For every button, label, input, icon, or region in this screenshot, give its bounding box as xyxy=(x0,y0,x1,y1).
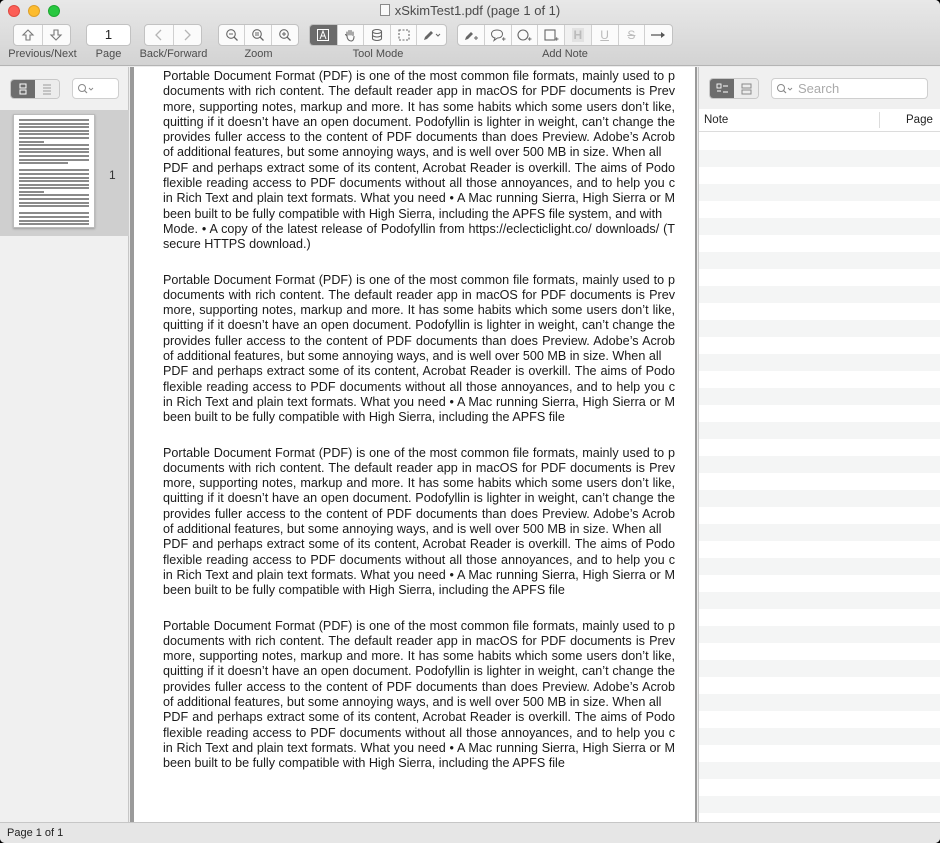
page-text[interactable]: Portable Document Format (PDF) is one of… xyxy=(163,69,675,771)
select-tool-button[interactable] xyxy=(391,25,418,45)
pdf-document-icon xyxy=(379,4,390,16)
forward-button[interactable] xyxy=(174,25,202,45)
thumbnails-icon xyxy=(19,83,27,95)
chevron-left-icon xyxy=(154,29,162,41)
highlight-icon: H xyxy=(571,28,585,42)
thumbnail-view-button[interactable] xyxy=(11,80,35,98)
toc-view-button[interactable] xyxy=(35,80,59,98)
paragraph: PDF and perhaps extract some of its cont… xyxy=(163,364,675,425)
add-highlight-button[interactable]: H xyxy=(565,25,592,45)
pdf-page[interactable]: Portable Document Format (PDF) is one of… xyxy=(134,67,695,822)
zoom-in-icon xyxy=(278,29,291,41)
window-title: xSkimTest1.pdf (page 1 of 1) xyxy=(0,3,940,18)
page-column-header[interactable]: Page xyxy=(906,114,933,126)
search-placeholder: Search xyxy=(798,81,840,96)
notes-table-body[interactable] xyxy=(699,133,940,822)
notes-list-button[interactable] xyxy=(710,79,734,98)
thumbnail-sidebar: 1 xyxy=(0,67,129,822)
snapshots-button[interactable] xyxy=(734,79,758,98)
scroll-tool-button[interactable] xyxy=(338,25,365,45)
column-divider xyxy=(879,112,880,128)
add-note-control: H U S xyxy=(457,24,673,46)
back-forward-label: Back/Forward xyxy=(139,48,208,60)
zoom-actual-size-icon xyxy=(252,29,264,41)
chevron-right-icon xyxy=(184,29,192,41)
tool-mode-control xyxy=(309,24,447,46)
note-column-header[interactable]: Note xyxy=(704,114,728,126)
paragraph: Portable Document Format (PDF) is one of… xyxy=(163,618,675,709)
page-number-field[interactable]: 1 xyxy=(86,24,131,46)
paragraph: PDF and perhaps extract some of its cont… xyxy=(163,160,675,221)
next-page-button[interactable] xyxy=(43,25,71,45)
previous-next-control xyxy=(13,24,71,46)
paragraph: Portable Document Format (PDF) is one of… xyxy=(163,445,675,537)
zoom-out-button[interactable] xyxy=(219,25,246,45)
square-plus-icon xyxy=(544,29,559,41)
strikeout-icon: S xyxy=(627,28,636,42)
app-window: xSkimTest1.pdf (page 1 of 1) Previous/Ne… xyxy=(0,0,940,843)
add-box-note-button[interactable] xyxy=(538,25,565,45)
actual-size-button[interactable] xyxy=(245,25,272,45)
notes-list-icon xyxy=(716,83,728,92)
thumbnail-search-field[interactable] xyxy=(72,78,119,99)
add-underline-button[interactable]: U xyxy=(592,25,619,45)
arrow-line-icon xyxy=(650,32,665,38)
page-status: Page 1 of 1 xyxy=(7,827,64,839)
hand-icon xyxy=(345,29,355,42)
arrow-down-icon xyxy=(49,29,63,41)
zoom-out-icon xyxy=(225,29,238,41)
search-icon xyxy=(78,83,94,93)
text-tool-icon xyxy=(317,29,330,41)
arrow-up-icon xyxy=(21,29,35,41)
add-line-button[interactable] xyxy=(645,25,672,45)
notes-toolbar: Search xyxy=(699,67,940,109)
add-text-note-button[interactable] xyxy=(458,25,485,45)
paragraph: Mode. • A copy of the latest release of … xyxy=(163,221,675,252)
status-bar: Page 1 of 1 xyxy=(0,822,940,843)
underline-icon: U xyxy=(600,28,609,42)
page-label: Page xyxy=(95,48,122,60)
paragraph: PDF and perhaps extract some of its cont… xyxy=(163,537,675,598)
annotate-tool-button[interactable] xyxy=(417,25,446,45)
sidebar-view-toggle xyxy=(10,79,60,99)
paragraph: Portable Document Format (PDF) is one of… xyxy=(163,69,675,160)
notes-sidebar: Search Note Page xyxy=(698,67,940,822)
toolbar: xSkimTest1.pdf (page 1 of 1) Previous/Ne… xyxy=(0,0,940,66)
pen-plus-icon xyxy=(464,32,478,40)
add-anchored-note-button[interactable] xyxy=(485,25,512,45)
paragraph: Portable Document Format (PDF) is one of… xyxy=(163,272,675,364)
add-note-label: Add Note xyxy=(542,48,588,60)
zoom-control xyxy=(218,24,299,46)
window-title-text: xSkimTest1.pdf (page 1 of 1) xyxy=(394,3,561,18)
paragraph: PDF and perhaps extract some of its cont… xyxy=(163,710,675,771)
previous-next-label: Previous/Next xyxy=(8,48,77,60)
back-forward-control xyxy=(144,24,202,46)
zoom-in-button[interactable] xyxy=(272,25,298,45)
back-button[interactable] xyxy=(145,25,174,45)
previous-page-button[interactable] xyxy=(14,25,43,45)
thumbnail-row[interactable]: 1 xyxy=(0,110,129,236)
pen-dropdown-icon xyxy=(423,31,441,40)
snapshots-icon xyxy=(741,83,751,94)
search-icon xyxy=(777,83,793,93)
notes-table-header: Note Page xyxy=(699,109,940,132)
page-thumbnail[interactable] xyxy=(13,114,95,228)
add-strikeout-button[interactable]: S xyxy=(619,25,646,45)
speech-bubble-plus-icon xyxy=(490,29,506,42)
magnify-tool-button[interactable] xyxy=(364,25,391,45)
text-tool-button[interactable] xyxy=(310,25,338,45)
document-view[interactable]: Portable Document Format (PDF) is one of… xyxy=(130,67,697,822)
zoom-label: Zoom xyxy=(244,48,273,60)
list-icon xyxy=(43,84,51,95)
thumbnail-page-label: 1 xyxy=(109,168,116,182)
marquee-select-icon xyxy=(398,29,410,41)
cylinder-icon xyxy=(371,28,383,42)
add-circle-note-button[interactable] xyxy=(512,25,539,45)
tool-mode-label: Tool Mode xyxy=(352,48,404,60)
notes-view-toggle xyxy=(709,78,759,99)
notes-search-field[interactable]: Search xyxy=(771,78,928,99)
circle-plus-icon xyxy=(517,29,532,41)
